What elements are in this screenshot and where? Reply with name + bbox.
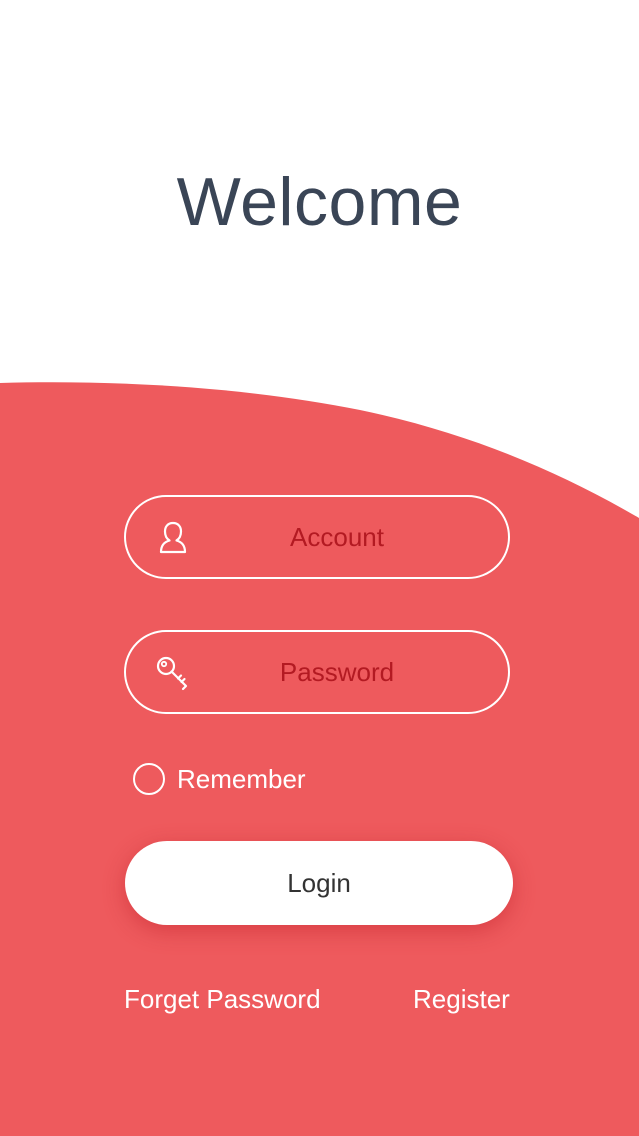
- key-icon: [156, 656, 188, 691]
- remember-option[interactable]: Remember: [133, 760, 306, 798]
- login-screen: Welcome Remember Login Forget Password R…: [0, 0, 639, 1136]
- account-field[interactable]: [124, 495, 510, 579]
- password-field[interactable]: [124, 630, 510, 714]
- user-icon: [159, 521, 187, 554]
- remember-label: Remember: [177, 763, 306, 794]
- forget-password-link[interactable]: Forget Password: [124, 984, 321, 1015]
- login-button[interactable]: Login: [125, 841, 513, 925]
- password-input[interactable]: [206, 632, 468, 712]
- remember-radio[interactable]: [133, 763, 165, 795]
- account-input[interactable]: [206, 497, 468, 577]
- register-link[interactable]: Register: [413, 984, 510, 1015]
